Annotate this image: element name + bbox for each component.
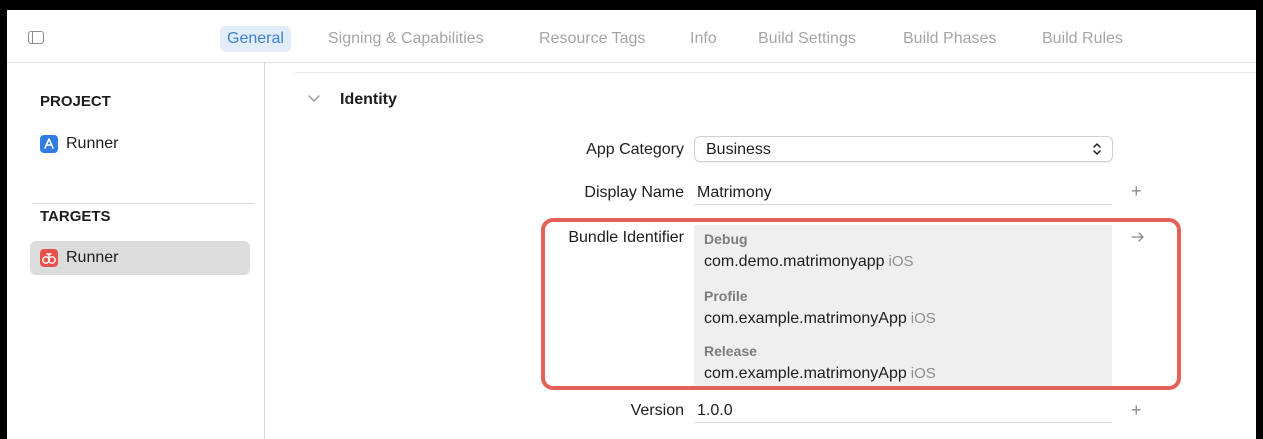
app-store-icon <box>40 135 58 153</box>
project-section-header: PROJECT <box>40 93 111 110</box>
app-category-value: Business <box>706 141 771 158</box>
plus-icon[interactable]: + <box>1131 182 1142 200</box>
version-underline <box>694 422 1112 423</box>
up-down-chevron-icon <box>1093 143 1101 155</box>
tab-build-rules[interactable]: Build Rules <box>1042 26 1123 52</box>
sidebar-item-label: Runner <box>66 249 119 266</box>
project-navigator-panel: PROJECT Runner TARGETS Runner <box>7 63 265 439</box>
tab-signing-capabilities[interactable]: Signing & Capabilities <box>328 26 484 52</box>
chevron-down-icon[interactable] <box>307 94 321 104</box>
sidebar-divider <box>32 203 254 204</box>
display-name-underline <box>694 204 1112 205</box>
app-category-select[interactable]: Business <box>694 136 1113 162</box>
plus-icon[interactable]: + <box>1131 401 1142 419</box>
sidebar-item-project-runner[interactable]: Runner <box>30 127 250 161</box>
version-field[interactable]: 1.0.0 <box>697 402 733 420</box>
bundle-identifier-highlight <box>541 218 1181 390</box>
xcode-window: General Signing & Capabilities Resource … <box>7 10 1256 439</box>
tab-info[interactable]: Info <box>690 26 717 52</box>
tab-build-phases[interactable]: Build Phases <box>903 26 996 52</box>
flutter-runner-icon <box>40 249 58 267</box>
tab-general[interactable]: General <box>220 26 291 52</box>
display-name-label: Display Name <box>584 184 684 201</box>
display-name-field[interactable]: Matrimony <box>697 184 772 202</box>
targets-section-header: TARGETS <box>40 208 111 225</box>
tab-resource-tags[interactable]: Resource Tags <box>539 26 645 52</box>
content-top-separator <box>295 72 1256 73</box>
sidebar-item-label: Runner <box>66 135 119 152</box>
app-category-label: App Category <box>586 141 684 158</box>
version-label: Version <box>630 402 684 419</box>
sidebar-item-target-runner[interactable]: Runner <box>30 241 250 275</box>
editor-tab-bar: General Signing & Capabilities Resource … <box>7 10 1256 63</box>
sidebar-toggle-icon[interactable] <box>28 31 44 44</box>
tab-build-settings[interactable]: Build Settings <box>758 26 856 52</box>
identity-section-title: Identity <box>340 91 397 108</box>
